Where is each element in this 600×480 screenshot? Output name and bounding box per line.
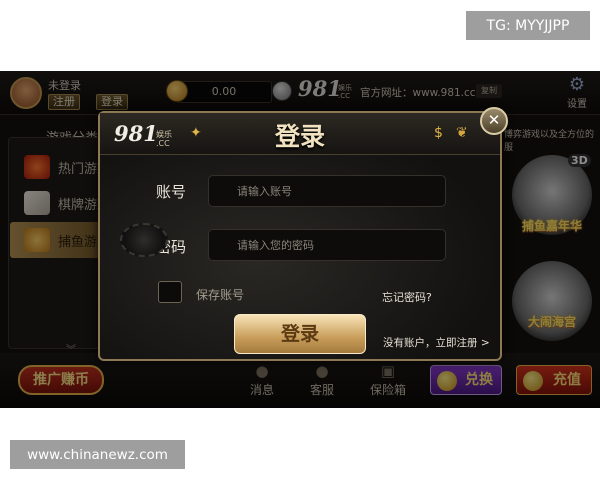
chip-decoration	[120, 223, 168, 257]
remember-account-label: 保存账号	[196, 288, 245, 302]
watermark-top: TG: MYYJJPP	[466, 11, 590, 40]
fish-decor-icon: ❦	[456, 125, 468, 141]
forgot-password-link[interactable]: 忘记密码?	[382, 289, 432, 305]
remember-account-checkbox[interactable]	[158, 281, 182, 303]
coin-decor-icon: $	[434, 125, 443, 141]
password-input[interactable]	[208, 229, 446, 261]
account-label: 账号	[156, 183, 187, 201]
sparkle-icon: ✦	[190, 125, 202, 141]
close-button[interactable]: ✕	[480, 107, 508, 135]
register-now-link[interactable]: 没有账户，立即注册 >	[383, 335, 490, 350]
watermark-bottom: www.chinanewz.com	[10, 440, 185, 469]
dialog-header: 981 娱乐 .CC 登录 ✦ $ ❦	[100, 113, 500, 155]
account-input[interactable]	[208, 175, 446, 207]
app-screen: 未登录 注册 登录 0.00 981 娱乐 .CC 官方网址：www.981.c…	[0, 71, 600, 408]
close-icon: ✕	[487, 111, 501, 129]
login-submit-button[interactable]: 登录	[234, 314, 366, 354]
